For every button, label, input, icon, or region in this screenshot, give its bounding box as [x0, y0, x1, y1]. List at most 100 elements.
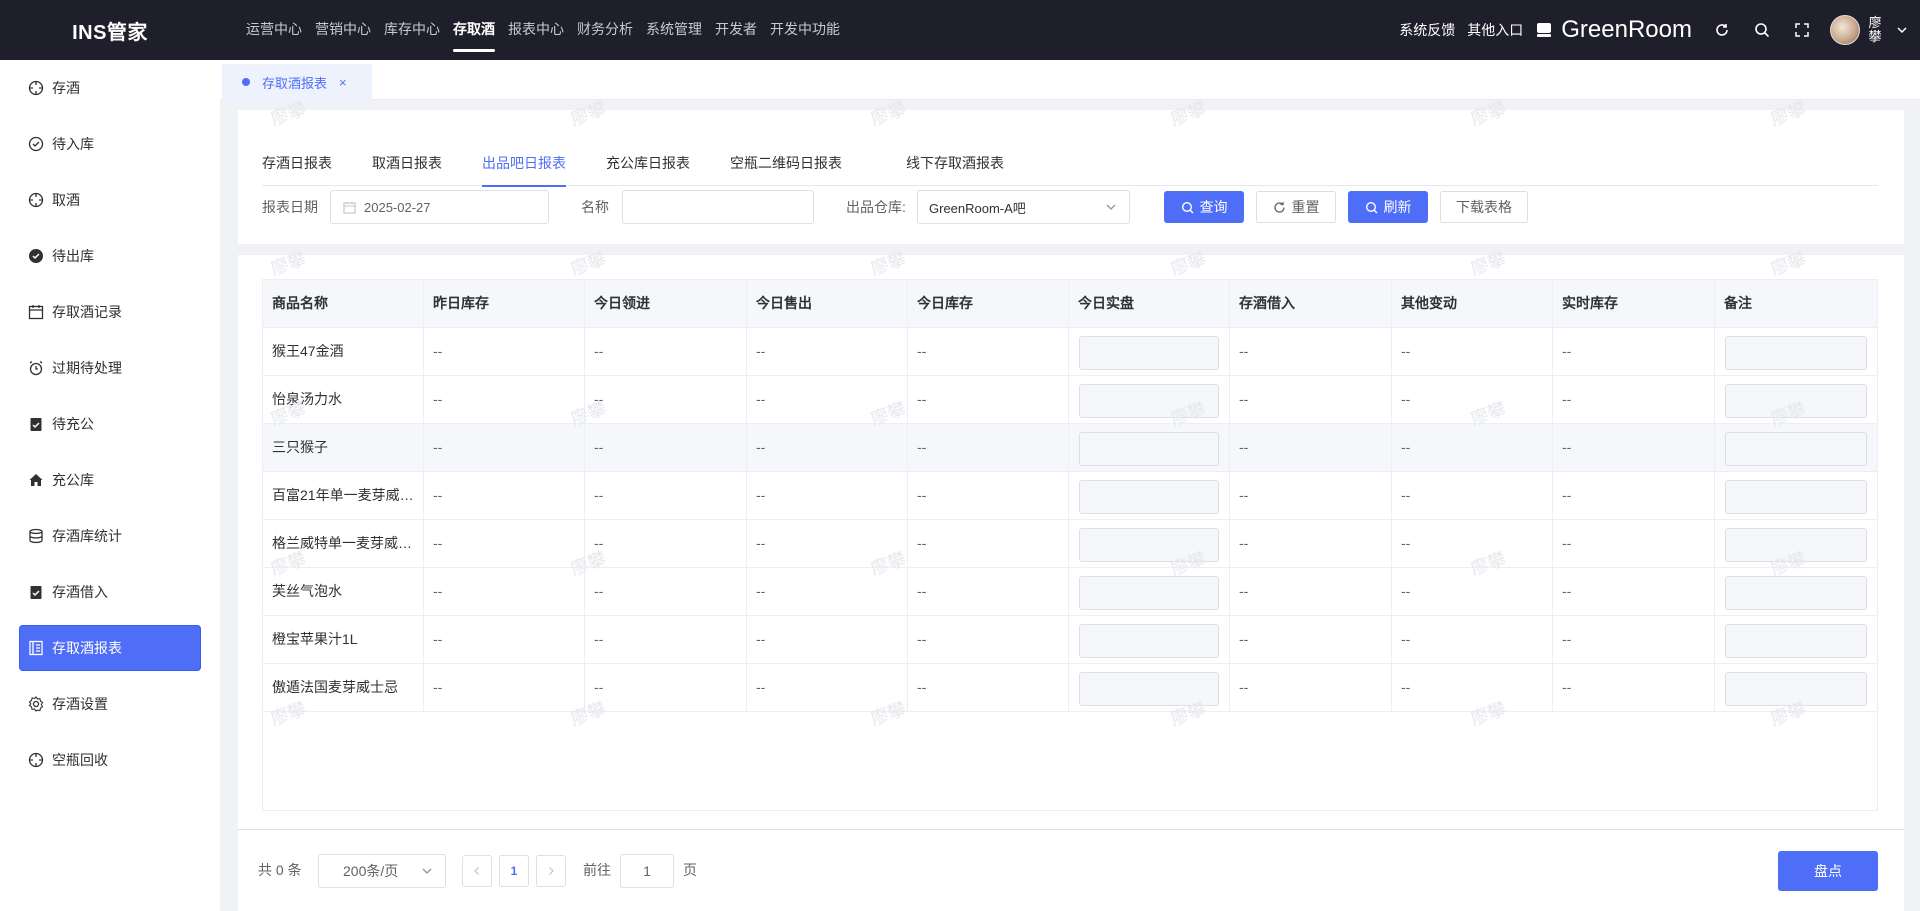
table-row: 猴王47金酒 -- -- -- -- -- -- --: [263, 328, 1877, 376]
actual-count-input[interactable]: [1079, 624, 1219, 658]
actual-count-cell: [1069, 424, 1230, 471]
remark-input[interactable]: [1725, 480, 1867, 514]
refresh-button[interactable]: 刷新: [1348, 191, 1428, 223]
sidebar-item-pending-in[interactable]: 待入库: [19, 121, 201, 167]
user-name[interactable]: 廖攀: [1868, 16, 1882, 44]
topnav-item-inventory[interactable]: 库存中心: [384, 0, 440, 60]
sidebar-item-pending-confiscate[interactable]: 待充公: [19, 401, 201, 447]
table-cell: --: [908, 520, 1069, 567]
table-cell: --: [1230, 664, 1392, 711]
sidebar-item-stats[interactable]: 存酒库统计: [19, 513, 201, 559]
topnav-item-operations[interactable]: 运营中心: [246, 0, 302, 60]
query-button[interactable]: 查询: [1164, 191, 1244, 223]
sidebar-item-settings[interactable]: 存酒设置: [19, 681, 201, 727]
fullscreen-icon[interactable]: [1792, 20, 1812, 40]
store-name: GreenRoom: [1561, 16, 1692, 43]
app-logo[interactable]: INS管家: [0, 16, 220, 45]
sidebar-item-report[interactable]: 存取酒报表: [19, 625, 201, 671]
remark-cell: [1715, 328, 1877, 375]
remark-input[interactable]: [1725, 432, 1867, 466]
table-cell: --: [424, 568, 585, 615]
chevron-down-icon: [422, 868, 432, 874]
remark-input[interactable]: [1725, 336, 1867, 370]
sidebar-item-label: 待出库: [52, 248, 94, 264]
feedback-link[interactable]: 系统反馈: [1399, 20, 1455, 40]
topnav-item-wine-storage[interactable]: 存取酒: [453, 0, 495, 60]
table-cell: --: [1553, 472, 1715, 519]
sidebar-item-recycle[interactable]: 空瓶回收: [19, 737, 201, 783]
actual-count-input[interactable]: [1079, 384, 1219, 418]
sidebar: 存酒 待入库 取酒 待出库 存取酒记录 过期待处理 待充公 充公库 存酒库统计 …: [0, 60, 220, 911]
topnav-item-reports[interactable]: 报表中心: [508, 0, 564, 60]
tab-qrcode-daily[interactable]: 空瓶二维码日报表: [730, 146, 842, 186]
sidebar-item-label: 过期待处理: [52, 360, 122, 376]
sidebar-item-expired[interactable]: 过期待处理: [19, 345, 201, 391]
avatar[interactable]: [1830, 15, 1860, 45]
close-icon[interactable]: ×: [339, 75, 347, 90]
tab-take-daily[interactable]: 取酒日报表: [372, 146, 442, 186]
tab-offline-report[interactable]: 线下存取酒报表: [906, 146, 1004, 186]
page-size-select[interactable]: 200条/页: [318, 854, 446, 888]
tab-store-daily[interactable]: 存酒日报表: [262, 146, 332, 186]
table-cell: --: [585, 328, 747, 375]
sidebar-item-borrow[interactable]: 存酒借入: [19, 569, 201, 615]
sidebar-item-pending-out[interactable]: 待出库: [19, 233, 201, 279]
reset-button[interactable]: 重置: [1256, 191, 1336, 223]
sidebar-item-records[interactable]: 存取酒记录: [19, 289, 201, 335]
page-size-value: 200条/页: [343, 863, 399, 879]
sidebar-item-label: 待入库: [52, 136, 94, 152]
topnav-item-marketing[interactable]: 营销中心: [315, 0, 371, 60]
table-cell: --: [424, 472, 585, 519]
topnav-item-system[interactable]: 系统管理: [646, 0, 702, 60]
table-cell: --: [1553, 568, 1715, 615]
name-input[interactable]: [622, 190, 814, 224]
query-button-label: 查询: [1199, 199, 1228, 215]
tab-bar-daily[interactable]: 出品吧日报表: [482, 146, 566, 187]
next-page-button[interactable]: [536, 855, 566, 887]
sidebar-item-take-wine[interactable]: 取酒: [19, 177, 201, 223]
inventory-button[interactable]: 盘点: [1778, 851, 1878, 891]
remark-input[interactable]: [1725, 528, 1867, 562]
date-picker[interactable]: 2025-02-27: [330, 190, 549, 224]
remark-input[interactable]: [1725, 624, 1867, 658]
table-cell: --: [424, 664, 585, 711]
page-number[interactable]: 1: [499, 855, 529, 887]
report-table: 商品名称 昨日库存 今日领进 今日售出 今日库存 今日实盘 存酒借入 其他变动 …: [262, 279, 1878, 811]
actual-count-input[interactable]: [1079, 480, 1219, 514]
remark-input[interactable]: [1725, 384, 1867, 418]
actual-count-input[interactable]: [1079, 432, 1219, 466]
prev-page-button[interactable]: [462, 855, 492, 887]
table-cell: --: [1230, 568, 1392, 615]
actual-count-input[interactable]: [1079, 576, 1219, 610]
tag-report[interactable]: 存取酒报表 ×: [222, 64, 372, 100]
warehouse-select[interactable]: GreenRoom-A吧: [917, 190, 1130, 224]
store-switcher[interactable]: GreenRoom: [1535, 16, 1692, 44]
table-cell: --: [585, 616, 747, 663]
topnav-item-developer[interactable]: 开发者: [715, 0, 757, 60]
actual-count-input[interactable]: [1079, 336, 1219, 370]
remark-cell: [1715, 376, 1877, 423]
remark-input[interactable]: [1725, 672, 1867, 706]
topnav-item-finance[interactable]: 财务分析: [577, 0, 633, 60]
pagination-footer: 共 0 条 200条/页 1 前往 1 页 盘点: [238, 829, 1904, 911]
refresh-icon[interactable]: [1712, 20, 1732, 40]
chevron-down-icon[interactable]: [1896, 24, 1908, 36]
product-name-cell: 橙宝苹果汁1L: [263, 616, 424, 663]
actual-count-input[interactable]: [1079, 528, 1219, 562]
sidebar-item-confiscated[interactable]: 充公库: [19, 457, 201, 503]
report-tabs: 存酒日报表 取酒日报表 出品吧日报表 充公库日报表 空瓶二维码日报表 线下存取酒…: [262, 146, 1878, 187]
goto-input[interactable]: 1: [620, 854, 674, 888]
tab-confiscated-daily[interactable]: 充公库日报表: [606, 146, 690, 186]
sidebar-item-label: 存酒设置: [52, 696, 108, 712]
topnav-item-dev-features[interactable]: 开发中功能: [770, 0, 840, 60]
remark-input[interactable]: [1725, 576, 1867, 610]
search-icon[interactable]: [1752, 20, 1772, 40]
download-button[interactable]: 下载表格: [1440, 191, 1528, 223]
sidebar-item-store-wine[interactable]: 存酒: [19, 65, 201, 111]
actual-count-input[interactable]: [1079, 672, 1219, 706]
product-name-cell: 芙丝气泡水: [263, 568, 424, 615]
col-header: 实时库存: [1553, 280, 1715, 328]
other-entry-link[interactable]: 其他入口: [1467, 20, 1523, 40]
col-header: 今日库存: [908, 280, 1069, 328]
remark-cell: [1715, 472, 1877, 519]
